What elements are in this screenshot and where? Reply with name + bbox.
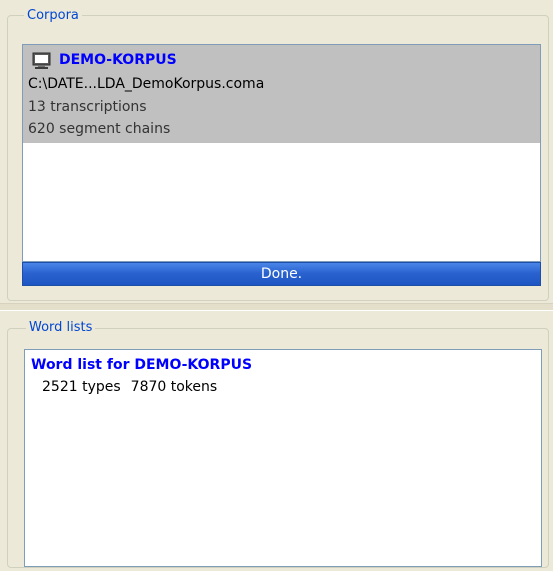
corpus-path: C:\DATE...LDA_DemoKorpus.coma (28, 76, 265, 92)
word-list-tokens: 7870 tokens (130, 379, 218, 395)
corpora-group-title: Corpora (24, 8, 82, 24)
corpus-name: DEMO-KORPUS (59, 52, 177, 68)
word-list-stats: 2521 types 7870 tokens (42, 379, 227, 395)
word-list-title[interactable]: Word list for DEMO-KORPUS (31, 357, 252, 373)
corpus-list-item[interactable]: DEMO-KORPUS C:\DATE...LDA_DemoKorpus.com… (23, 45, 540, 143)
progress-label: Done. (260, 266, 303, 282)
word-lists-group-title: Word lists (26, 320, 96, 336)
panel-splitter[interactable] (0, 303, 553, 311)
word-lists-list[interactable]: Word list for DEMO-KORPUS 2521 types 7870… (24, 349, 542, 567)
word-list-types: 2521 types (42, 379, 121, 395)
corpora-list[interactable]: DEMO-KORPUS C:\DATE...LDA_DemoKorpus.com… (22, 44, 541, 262)
corpus-segment-chains-count: 620 segment chains (28, 121, 171, 137)
progress-bar: Done. (22, 262, 541, 286)
monitor-icon (32, 52, 51, 69)
corpus-transcriptions-count: 13 transcriptions (28, 99, 147, 115)
